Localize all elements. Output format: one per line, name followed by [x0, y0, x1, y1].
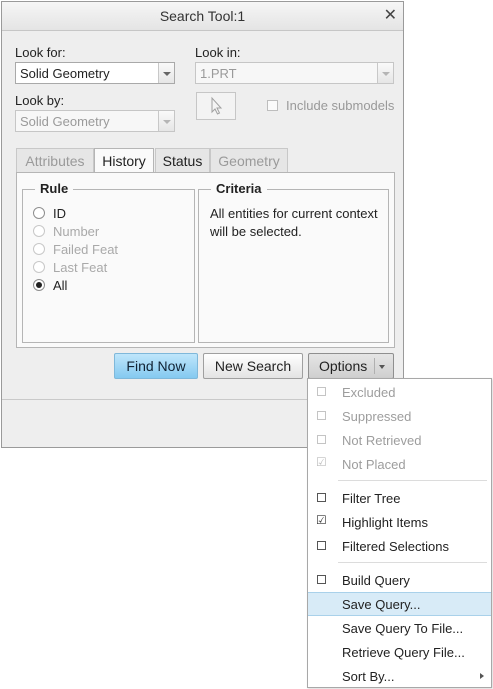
- menu-item-label: Filtered Selections: [342, 539, 449, 554]
- radio-label: Last Feat: [53, 260, 108, 275]
- menu-item-label: Highlight Items: [342, 515, 428, 530]
- menu-item-label: Sort By...: [342, 669, 395, 684]
- radio-button[interactable]: [33, 207, 45, 219]
- dialog-title: Search Tool:1: [159, 8, 246, 24]
- menu-item-label: Excluded: [342, 385, 396, 400]
- radio-button[interactable]: [33, 243, 45, 255]
- checkmark-icon: ☑: [316, 513, 327, 527]
- look-by-dropdown[interactable]: Solid Geometry: [15, 110, 175, 132]
- chevron-right-icon: [480, 673, 484, 679]
- menu-item-save-query-to-file[interactable]: Save Query To File...: [308, 616, 491, 640]
- menu-item-label: Suppressed: [342, 409, 412, 424]
- chevron-down-icon[interactable]: [158, 111, 174, 131]
- radio-label: Number: [53, 224, 100, 239]
- look-by-label: Look by:: [15, 93, 65, 108]
- include-submodels-checkbox[interactable]: [267, 100, 278, 111]
- checkmark-icon: ☑: [316, 455, 327, 469]
- menu-item-build-query[interactable]: Build Query: [308, 568, 491, 592]
- menu-item-label: Save Query...: [342, 597, 421, 612]
- divider: [374, 358, 375, 374]
- close-icon[interactable]: ✕: [384, 5, 397, 25]
- radio-label: All: [53, 278, 68, 293]
- checkbox-icon: [317, 411, 326, 420]
- look-in-label: Look in:: [195, 45, 241, 60]
- radio-button[interactable]: [33, 261, 45, 273]
- look-for-dropdown[interactable]: Solid Geometry: [15, 62, 175, 84]
- title-bar[interactable]: Search Tool:1 ✕: [2, 2, 403, 31]
- rule-group-title: Rule: [35, 181, 74, 196]
- menu-item-not-retrieved[interactable]: Not Retrieved: [308, 428, 491, 452]
- menu-separator: [338, 480, 487, 481]
- menu-item-label: Not Placed: [342, 457, 406, 472]
- look-for-label: Look for:: [15, 45, 66, 60]
- menu-item-retrieve-query-file[interactable]: Retrieve Query File...: [308, 640, 491, 664]
- checkbox-icon: [317, 435, 326, 444]
- menu-item-not-placed[interactable]: ☑ Not Placed: [308, 452, 491, 476]
- include-submodels-label: Include submodels: [286, 98, 395, 113]
- checkbox-icon: [317, 541, 326, 550]
- menu-item-highlight-items[interactable]: ☑ Highlight Items: [308, 510, 491, 534]
- criteria-group-title: Criteria: [211, 181, 267, 196]
- menu-item-sort-by[interactable]: Sort By...: [308, 664, 491, 688]
- chevron-down-icon: [379, 365, 385, 369]
- menu-item-excluded[interactable]: Excluded: [308, 380, 491, 404]
- menu-item-filter-tree[interactable]: Filter Tree: [308, 486, 491, 510]
- criteria-group: Criteria All entities for current contex…: [198, 181, 389, 343]
- options-button[interactable]: Options: [308, 353, 394, 379]
- rule-group: Rule ID Number Failed Feat Last Feat All: [22, 181, 195, 343]
- pointer-arrow-icon: [211, 96, 223, 115]
- menu-separator: [338, 562, 487, 563]
- menu-item-label: Filter Tree: [342, 491, 401, 506]
- menu-item-label: Retrieve Query File...: [342, 645, 465, 660]
- history-tab-panel: Rule ID Number Failed Feat Last Feat All: [16, 172, 395, 348]
- menu-item-suppressed[interactable]: Suppressed: [308, 404, 491, 428]
- radio-label: ID: [53, 206, 66, 221]
- select-model-button[interactable]: [196, 92, 236, 120]
- menu-item-filtered-selections[interactable]: Filtered Selections: [308, 534, 491, 558]
- radio-button[interactable]: [33, 279, 45, 291]
- look-for-value: Solid Geometry: [20, 66, 110, 81]
- criteria-description: All entities for current context will be…: [210, 206, 378, 239]
- tab-attributes[interactable]: Attributes: [16, 148, 94, 173]
- checkbox-icon: [317, 493, 326, 502]
- checkbox-icon: [317, 387, 326, 396]
- look-in-value: 1.PRT: [200, 66, 237, 81]
- chevron-down-icon[interactable]: [377, 63, 393, 83]
- radio-label: Failed Feat: [53, 242, 119, 257]
- checkbox-icon: [317, 575, 326, 584]
- look-in-dropdown[interactable]: 1.PRT: [195, 62, 394, 84]
- menu-item-save-query[interactable]: Save Query...: [308, 592, 491, 616]
- menu-item-label: Build Query: [342, 573, 410, 588]
- menu-item-label: Save Query To File...: [342, 621, 464, 636]
- chevron-down-icon[interactable]: [158, 63, 174, 83]
- options-menu: Excluded Suppressed Not Retrieved ☑ Not …: [307, 378, 492, 688]
- look-by-value: Solid Geometry: [20, 114, 110, 129]
- tab-status[interactable]: Status: [155, 148, 210, 173]
- options-button-label: Options: [319, 358, 368, 374]
- tab-geometry[interactable]: Geometry: [210, 148, 288, 173]
- tab-history[interactable]: History: [94, 148, 154, 174]
- radio-button[interactable]: [33, 225, 45, 237]
- menu-item-label: Not Retrieved: [342, 433, 422, 448]
- new-search-button[interactable]: New Search: [203, 353, 303, 379]
- find-now-button[interactable]: Find Now: [114, 353, 198, 379]
